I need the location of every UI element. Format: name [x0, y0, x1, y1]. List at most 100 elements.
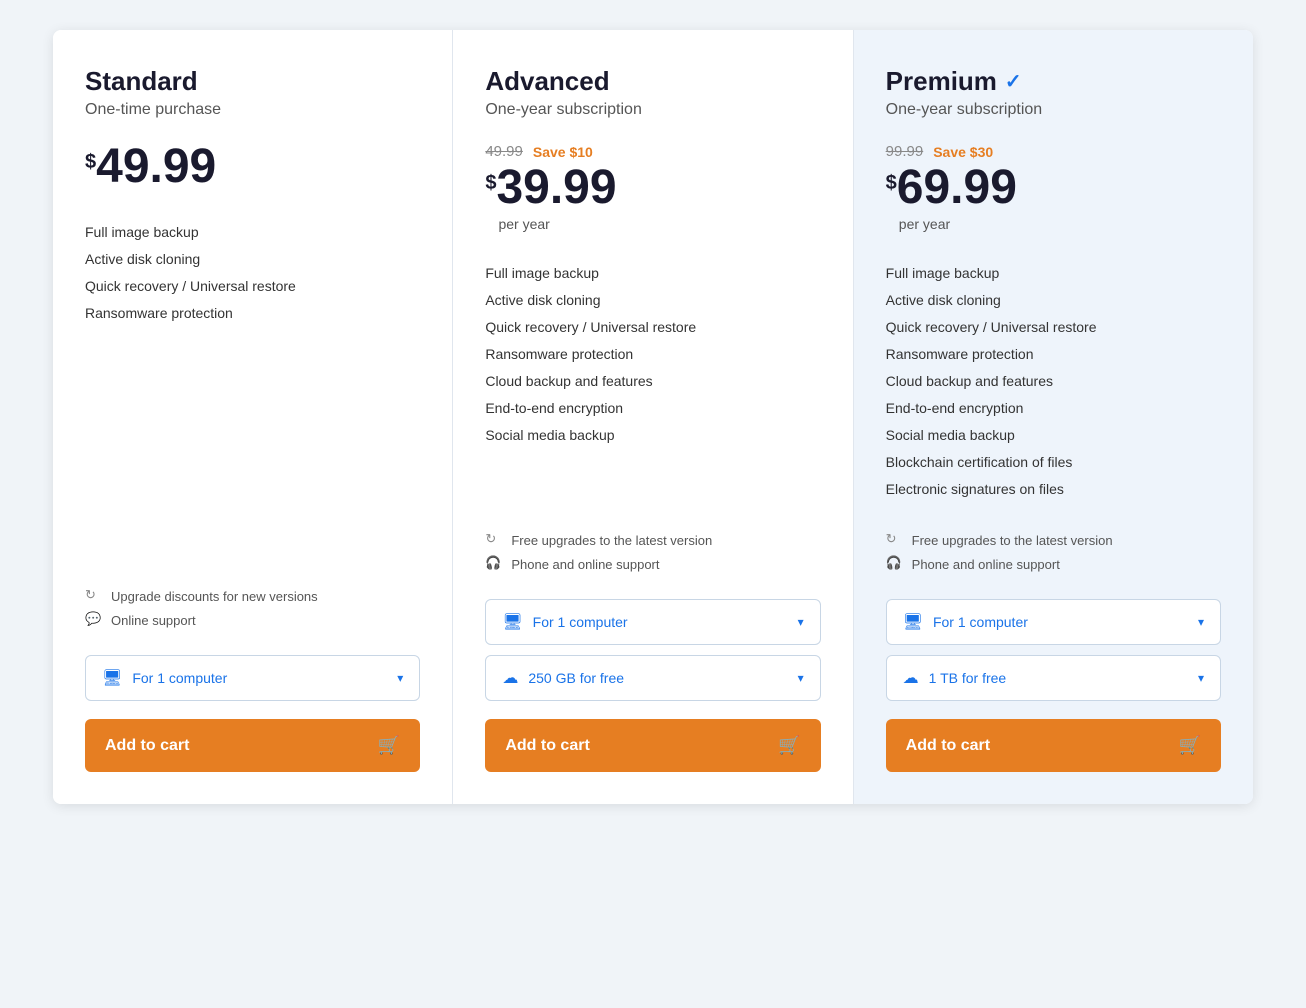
price-amount: 49.99 [96, 143, 216, 191]
monitor-icon: 🖥 [903, 612, 923, 632]
refresh-icon: ↻ [886, 531, 904, 549]
dropdown-label: For 1 computer [132, 670, 387, 686]
support-item: ↻ Upgrade discounts for new versions [85, 587, 420, 605]
support-section-advanced: ↻ Free upgrades to the latest version 🎧 … [485, 531, 820, 579]
add-to-cart-label: Add to cart [505, 737, 589, 755]
price-row: $ 39.99 per year [485, 164, 820, 232]
headset-icon: 🎧 [485, 555, 503, 573]
feature-item: Cloud backup and features [485, 368, 820, 395]
currency-symbol: $ [85, 151, 96, 174]
feature-item: Social media backup [886, 422, 1221, 449]
cloud-icon: ☁ [903, 668, 919, 688]
price-amount: 39.99 [496, 164, 616, 212]
original-price-row: 99.99 Save $30 [886, 143, 1221, 160]
feature-item: End-to-end encryption [485, 395, 820, 422]
support-text: Upgrade discounts for new versions [111, 589, 318, 604]
feature-item: Active disk cloning [886, 287, 1221, 314]
price-amount: 69.99 [897, 164, 1017, 212]
feature-item: Social media backup [485, 422, 820, 449]
headset-icon: 🎧 [886, 555, 904, 573]
refresh-icon: ↻ [485, 531, 503, 549]
price-section-standard: $ 49.99 [85, 143, 420, 191]
feature-item: Quick recovery / Universal restore [886, 314, 1221, 341]
plan-name-advanced: Advanced [485, 66, 820, 97]
add-to-cart-label: Add to cart [105, 737, 189, 755]
plan-name-premium: Premium✓ [886, 66, 1221, 97]
price-row: $ 49.99 [85, 143, 420, 191]
dropdown-label: 1 TB for free [929, 670, 1188, 686]
plan-name-standard: Standard [85, 66, 420, 97]
support-text: Phone and online support [511, 557, 659, 572]
feature-item: Full image backup [85, 219, 420, 246]
feature-item: Full image backup [886, 260, 1221, 287]
plan-subtitle-advanced: One-year subscription [485, 101, 820, 119]
add-to-cart-button-advanced[interactable]: Add to cart 🛒 [485, 719, 820, 772]
price-section-premium: 99.99 Save $30 $ 69.99 per year [886, 143, 1221, 232]
feature-item: Ransomware protection [886, 341, 1221, 368]
checkmark-icon: ✓ [1005, 69, 1022, 94]
currency-symbol: $ [886, 172, 897, 195]
features-list-standard: Full image backupActive disk cloningQuic… [85, 219, 420, 559]
monitor-icon: 🖥 [502, 612, 522, 632]
feature-item: Cloud backup and features [886, 368, 1221, 395]
chevron-down-icon: ▾ [1198, 615, 1204, 629]
plan-subtitle-premium: One-year subscription [886, 101, 1221, 119]
cart-icon: 🛒 [378, 735, 400, 756]
support-item: ↻ Free upgrades to the latest version [485, 531, 820, 549]
support-section-premium: ↻ Free upgrades to the latest version 🎧 … [886, 531, 1221, 579]
dropdown-cloud[interactable]: ☁ 250 GB for free ▾ [485, 655, 820, 701]
cart-icon: 🛒 [1179, 735, 1201, 756]
price-section-advanced: 49.99 Save $10 $ 39.99 per year [485, 143, 820, 232]
chat-icon: 💬 [85, 611, 103, 629]
dropdown-monitor[interactable]: 🖥 For 1 computer ▾ [485, 599, 820, 645]
support-text: Free upgrades to the latest version [511, 533, 712, 548]
dropdown-cloud[interactable]: ☁ 1 TB for free ▾ [886, 655, 1221, 701]
original-price-row: 49.99 Save $10 [485, 143, 820, 160]
support-text: Online support [111, 613, 196, 628]
dropdown-monitor[interactable]: 🖥 For 1 computer ▾ [85, 655, 420, 701]
support-section-standard: ↻ Upgrade discounts for new versions 💬 O… [85, 587, 420, 635]
chevron-down-icon: ▾ [1198, 671, 1204, 685]
support-item: ↻ Free upgrades to the latest version [886, 531, 1221, 549]
original-price: 49.99 [485, 143, 523, 160]
add-to-cart-button-premium[interactable]: Add to cart 🛒 [886, 719, 1221, 772]
feature-item: Ransomware protection [85, 300, 420, 327]
features-list-advanced: Full image backupActive disk cloningQuic… [485, 260, 820, 503]
feature-item: Active disk cloning [485, 287, 820, 314]
cart-icon: 🛒 [778, 735, 800, 756]
dropdown-monitor[interactable]: 🖥 For 1 computer ▾ [886, 599, 1221, 645]
feature-item: Full image backup [485, 260, 820, 287]
dropdown-label: For 1 computer [933, 614, 1188, 630]
feature-item: Electronic signatures on files [886, 476, 1221, 503]
feature-item: Quick recovery / Universal restore [85, 273, 420, 300]
dropdown-label: 250 GB for free [528, 670, 787, 686]
feature-item: Blockchain certification of files [886, 449, 1221, 476]
chevron-down-icon: ▾ [798, 615, 804, 629]
plan-premium: Premium✓ One-year subscription 99.99 Save… [854, 30, 1253, 804]
per-year-label: per year [899, 216, 1017, 232]
plan-subtitle-standard: One-time purchase [85, 101, 420, 119]
feature-item: End-to-end encryption [886, 395, 1221, 422]
monitor-icon: 🖥 [102, 668, 122, 688]
price-row: $ 69.99 per year [886, 164, 1221, 232]
add-to-cart-button-standard[interactable]: Add to cart 🛒 [85, 719, 420, 772]
add-to-cart-label: Add to cart [906, 737, 990, 755]
feature-item: Ransomware protection [485, 341, 820, 368]
refresh-icon: ↻ [85, 587, 103, 605]
support-item: 💬 Online support [85, 611, 420, 629]
currency-symbol: $ [485, 172, 496, 195]
save-badge: Save $10 [533, 144, 593, 160]
chevron-down-icon: ▾ [798, 671, 804, 685]
feature-item: Active disk cloning [85, 246, 420, 273]
cloud-icon: ☁ [502, 668, 518, 688]
support-item: 🎧 Phone and online support [485, 555, 820, 573]
save-badge: Save $30 [933, 144, 993, 160]
per-year-label: per year [498, 216, 616, 232]
original-price: 99.99 [886, 143, 924, 160]
support-text: Phone and online support [912, 557, 1060, 572]
plan-advanced: Advanced One-year subscription 49.99 Save… [453, 30, 853, 804]
support-text: Free upgrades to the latest version [912, 533, 1113, 548]
pricing-table: Standard One-time purchase $ 49.99 Full i… [53, 30, 1253, 804]
feature-item: Quick recovery / Universal restore [485, 314, 820, 341]
plan-standard: Standard One-time purchase $ 49.99 Full i… [53, 30, 453, 804]
